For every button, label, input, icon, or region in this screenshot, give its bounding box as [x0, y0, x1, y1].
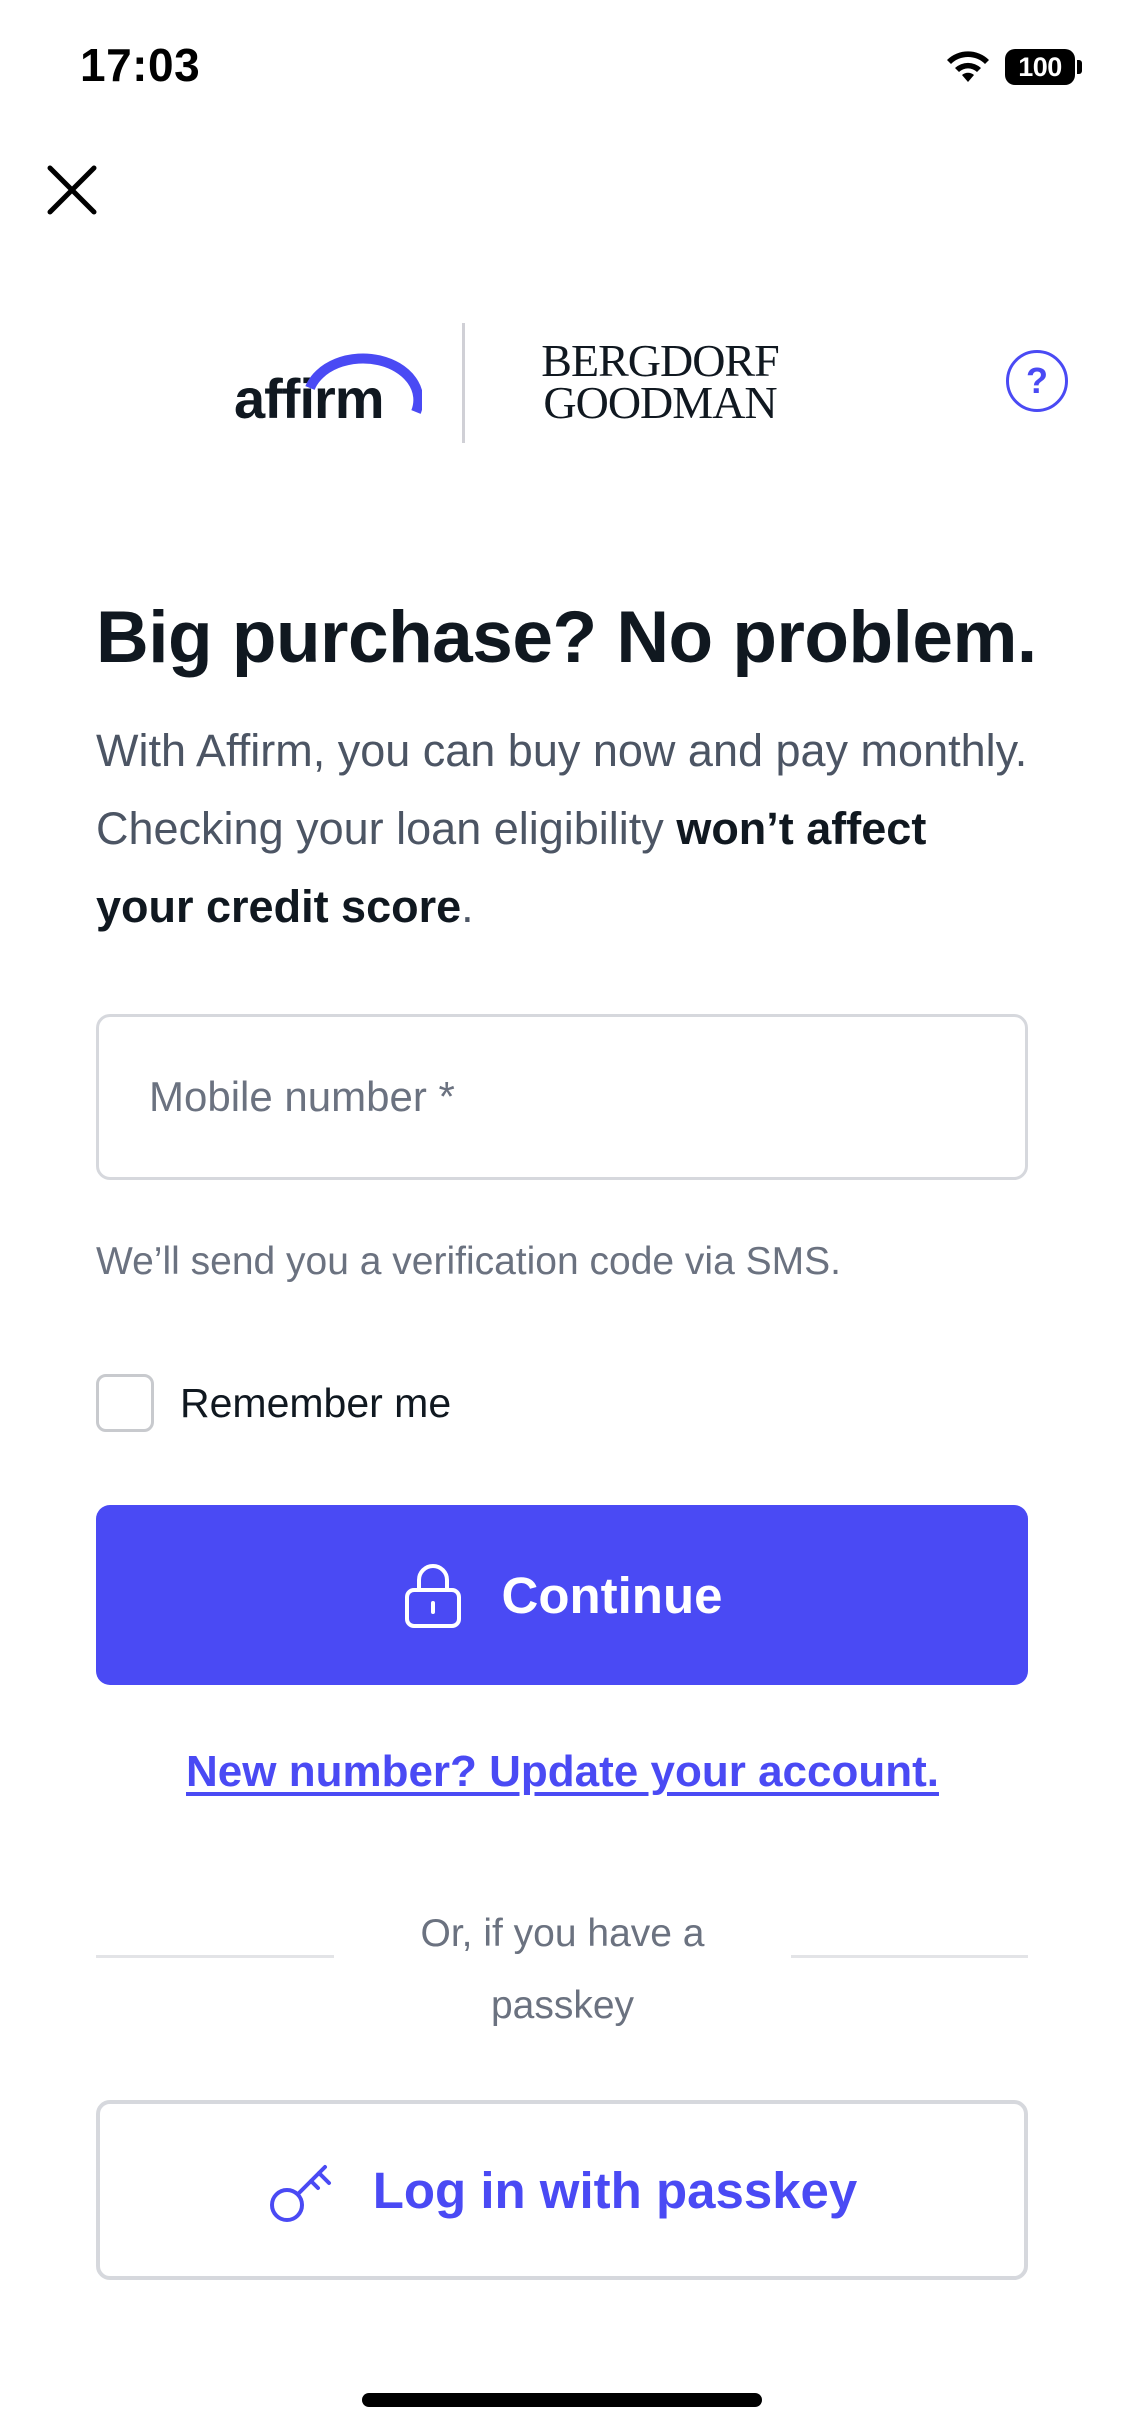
helper-text: We’ll send you a verification code via S… — [96, 1240, 841, 1283]
intro-end: . — [461, 881, 474, 932]
battery-level: 100 — [1018, 51, 1062, 82]
merchant-logo-line2: GOODMAN — [543, 377, 777, 428]
passkey-divider-text: Or, if you have a passkey — [420, 1912, 705, 2027]
help-icon: ? — [1026, 360, 1048, 401]
merchant-logo-line1: BERGDORF — [541, 335, 779, 386]
status-time: 17:03 — [80, 39, 201, 91]
remember-me-label[interactable]: Remember me — [180, 1380, 451, 1427]
key-icon — [269, 2165, 331, 2222]
update-account-link[interactable]: New number? Update your account. — [0, 1747, 1125, 1797]
passkey-login-button[interactable]: Log in with passkey — [96, 2100, 1028, 2280]
affirm-arc-icon — [305, 353, 422, 414]
battery-icon: 100 — [1005, 49, 1075, 85]
battery-tip — [1077, 60, 1082, 74]
passkey-label: Log in with passkey — [372, 2161, 858, 2219]
remember-me-checkbox[interactable] — [96, 1374, 154, 1432]
mobile-number-input[interactable] — [96, 1014, 1028, 1180]
wifi-icon — [947, 51, 989, 82]
divider-line-left — [96, 1955, 334, 1958]
intro-text: With Affirm, you can buy now and pay mon… — [96, 712, 1036, 946]
affirm-logo: affirm — [234, 348, 422, 430]
lock-icon — [404, 1564, 461, 1628]
continue-button[interactable]: Continue — [96, 1505, 1028, 1685]
page-title: Big purchase? No problem. — [96, 597, 1037, 678]
divider-line-right — [791, 1955, 1028, 1958]
help-button[interactable]: ? — [1006, 350, 1068, 412]
merchant-logo: BERGDORF GOODMAN — [525, 335, 795, 440]
continue-label: Continue — [501, 1566, 723, 1624]
logo-divider — [462, 323, 465, 443]
close-icon[interactable] — [44, 162, 100, 218]
home-indicator — [362, 2393, 762, 2407]
